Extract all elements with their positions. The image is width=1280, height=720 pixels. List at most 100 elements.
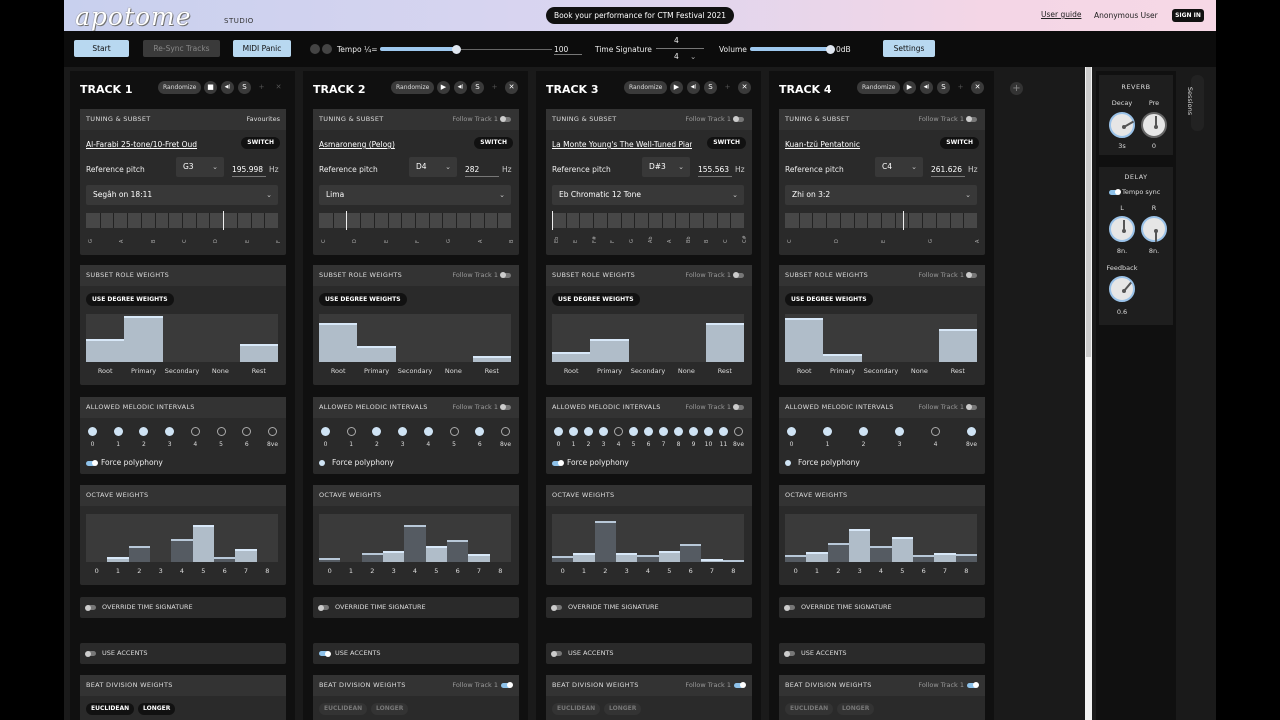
toggle-switch[interactable] xyxy=(966,272,977,278)
octave-weight-bar[interactable] xyxy=(637,555,659,562)
tuning-name-link[interactable]: Al-Farabi 25-tone/10-Fret Oud xyxy=(86,140,226,149)
octave-weight-bar[interactable] xyxy=(552,556,574,562)
octave-weight-bar[interactable] xyxy=(468,553,490,562)
time-signature-numerator[interactable]: 4 xyxy=(674,36,679,45)
interval-toggle[interactable] xyxy=(139,427,149,436)
octave-weights-chart[interactable] xyxy=(785,514,977,562)
force-polyphony-toggle[interactable]: Force polyphony xyxy=(785,458,860,467)
volume-icon[interactable]: ◀) xyxy=(920,81,933,94)
randomize-button[interactable]: Randomize xyxy=(857,81,901,94)
octave-weight-bar[interactable] xyxy=(955,553,977,562)
octave-weight-bar[interactable] xyxy=(425,545,447,562)
interval-toggle[interactable] xyxy=(165,427,175,436)
reference-hz-input[interactable]: 261.626 xyxy=(931,165,965,177)
toggle-switch[interactable] xyxy=(967,682,979,688)
solo-button[interactable]: S xyxy=(937,81,950,94)
toggle-switch[interactable] xyxy=(500,404,511,410)
toggle-switch[interactable] xyxy=(319,460,325,466)
follow-track-toggle[interactable]: Follow Track 1 xyxy=(918,265,977,286)
octave-weight-bar[interactable] xyxy=(827,542,849,562)
octave-weight-bar[interactable] xyxy=(701,559,723,562)
play-icon[interactable]: ▶ xyxy=(437,81,450,94)
follow-track-toggle[interactable]: Follow Track 1 xyxy=(918,109,977,130)
tuning-name-link[interactable]: Kuan-tzŭ Pentatonic xyxy=(785,140,925,149)
pitch-keyboard[interactable] xyxy=(319,211,511,230)
follow-track-toggle[interactable]: Follow Track 1 xyxy=(685,109,744,130)
chevron-down-icon[interactable]: ⌄ xyxy=(690,52,696,61)
decay-knob[interactable] xyxy=(1109,112,1135,138)
user-guide-link[interactable]: User guide xyxy=(1041,10,1081,19)
toggle-switch[interactable] xyxy=(85,650,96,657)
toggle-switch[interactable] xyxy=(784,650,795,657)
role-weight-bar[interactable] xyxy=(590,339,629,362)
add-icon[interactable]: + xyxy=(721,81,734,94)
role-weight-bar[interactable] xyxy=(124,316,163,362)
octave-weight-bar[interactable] xyxy=(107,557,129,562)
solo-button[interactable]: S xyxy=(238,81,251,94)
interval-toggle[interactable] xyxy=(895,427,904,436)
role-weight-bar[interactable] xyxy=(785,318,824,362)
sessions-tab[interactable]: Sessions xyxy=(1186,75,1204,131)
octave-weight-bar[interactable] xyxy=(934,552,956,562)
interval-toggle[interactable] xyxy=(599,427,608,436)
toggle-switch[interactable] xyxy=(785,460,791,466)
switch-tuning-button[interactable]: SWITCH xyxy=(474,137,513,149)
toggle-switch[interactable] xyxy=(551,604,562,611)
reference-hz-input[interactable]: 282 xyxy=(465,165,499,177)
octave-weights-chart[interactable] xyxy=(319,514,511,562)
interval-toggle[interactable] xyxy=(584,427,593,436)
role-weight-bar[interactable] xyxy=(357,345,396,362)
use-accents-toggle[interactable]: USE ACCENTS xyxy=(80,643,286,664)
play-icon[interactable]: ▶ xyxy=(670,81,683,94)
interval-toggle[interactable] xyxy=(569,427,578,436)
favourites-link[interactable]: Favourites xyxy=(247,109,280,130)
interval-toggle[interactable] xyxy=(475,427,485,436)
follow-track-toggle[interactable]: Follow Track 1 xyxy=(452,265,511,286)
reference-hz-input[interactable]: 195.998 xyxy=(232,165,266,177)
octave-weight-bar[interactable] xyxy=(383,550,405,562)
randomize-button[interactable]: Randomize xyxy=(158,81,202,94)
use-degree-weights-button[interactable]: USE DEGREE WEIGHTS xyxy=(319,293,407,306)
octave-weight-bar[interactable] xyxy=(214,557,236,562)
octave-weight-bar[interactable] xyxy=(891,536,913,562)
interval-toggle[interactable] xyxy=(398,427,408,436)
switch-tuning-button[interactable]: SWITCH xyxy=(940,137,979,149)
use-accents-toggle[interactable]: USE ACCENTS xyxy=(779,643,985,664)
midi-panic-button[interactable]: MIDI Panic xyxy=(233,40,291,57)
subset-select[interactable]: Zhi on 3:2 ⌄ xyxy=(785,185,977,205)
role-weight-bar[interactable] xyxy=(472,356,511,362)
toggle-switch[interactable] xyxy=(733,272,744,278)
octave-weight-bar[interactable] xyxy=(680,543,702,562)
octave-weight-bar[interactable] xyxy=(128,545,150,562)
interval-toggle[interactable] xyxy=(372,427,382,436)
switch-tuning-button[interactable]: SWITCH xyxy=(241,137,280,149)
scrollbar-thumb[interactable] xyxy=(1086,67,1091,357)
follow-track-toggle[interactable]: Follow Track 1 xyxy=(685,675,746,696)
switch-tuning-button[interactable]: SWITCH xyxy=(707,137,746,149)
octave-weight-bar[interactable] xyxy=(171,539,193,562)
pitch-keyboard[interactable] xyxy=(552,211,744,230)
follow-track-toggle[interactable]: Follow Track 1 xyxy=(452,397,511,418)
toggle-switch[interactable] xyxy=(86,460,98,466)
delay-l-knob[interactable] xyxy=(1109,216,1135,242)
role-weight-bar[interactable] xyxy=(239,343,278,362)
role-weight-bar[interactable] xyxy=(705,322,744,362)
resync-button[interactable]: Re-Sync Tracks xyxy=(143,40,220,57)
reference-hz-input[interactable]: 155.563 xyxy=(698,165,732,177)
octave-weight-bar[interactable] xyxy=(913,555,935,562)
interval-toggle[interactable] xyxy=(216,427,226,436)
octave-weight-bar[interactable] xyxy=(870,545,892,562)
interval-toggle[interactable] xyxy=(629,427,638,436)
longer-button[interactable]: LONGER xyxy=(371,703,409,715)
play-icon[interactable]: ▶ xyxy=(903,81,916,94)
octave-weight-bar[interactable] xyxy=(806,551,828,562)
subset-select[interactable]: Lima ⌄ xyxy=(319,185,511,205)
role-weight-bar[interactable] xyxy=(319,322,358,362)
interval-toggle[interactable] xyxy=(268,427,277,436)
reference-note-select[interactable]: C4 ⌄ xyxy=(875,157,923,177)
octave-weight-bar[interactable] xyxy=(573,552,595,562)
delay-r-knob[interactable] xyxy=(1141,216,1167,242)
reference-note-select[interactable]: G3 ⌄ xyxy=(176,157,224,177)
octave-weight-bar[interactable] xyxy=(319,558,341,562)
octave-weight-bar[interactable] xyxy=(616,552,638,562)
